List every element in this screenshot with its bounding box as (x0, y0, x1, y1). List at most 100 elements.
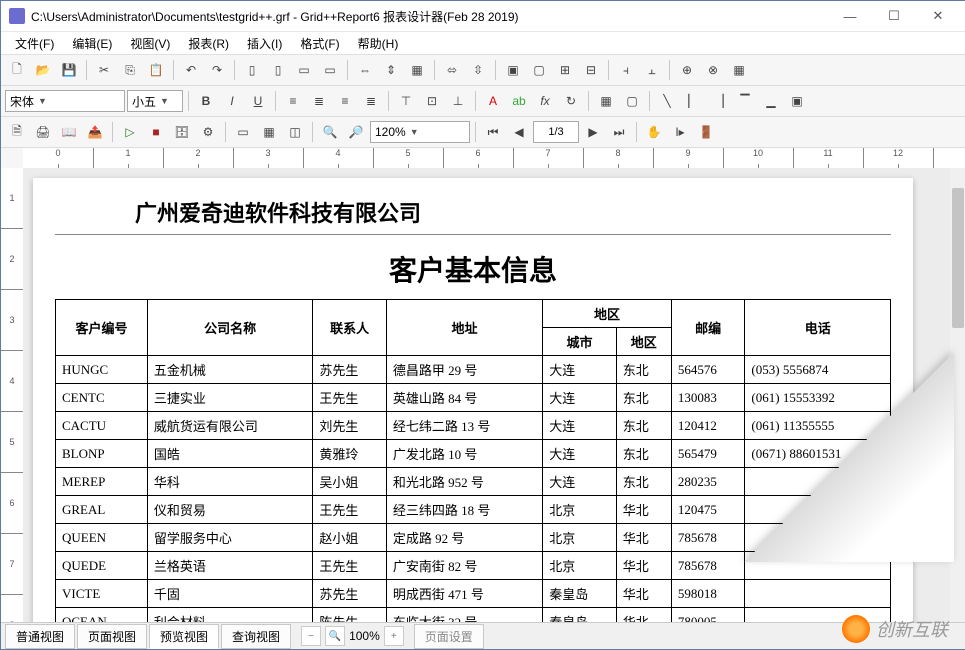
first-page-icon[interactable]: ⏮ (481, 120, 505, 144)
italic-icon[interactable]: I (220, 89, 244, 113)
zoom-combo[interactable]: 120%▼ (370, 121, 470, 143)
border-outer-icon[interactable]: ▣ (785, 89, 809, 113)
print-icon[interactable]: 🖨 (31, 120, 55, 144)
stop-icon[interactable]: ■ (144, 120, 168, 144)
align-top-edge-icon[interactable]: ▭ (292, 58, 316, 82)
valign-middle-icon[interactable]: ⊡ (420, 89, 444, 113)
close-button[interactable]: ✕ (918, 4, 958, 28)
line-style-icon[interactable]: ╲ (655, 89, 679, 113)
page-multi-icon[interactable]: ▦ (257, 120, 281, 144)
align-right-icon[interactable]: ≡ (333, 89, 357, 113)
tab-page-view[interactable]: 页面视图 (77, 624, 147, 649)
config-icon[interactable]: ⚙ (196, 120, 220, 144)
border-all-icon[interactable]: ▦ (594, 89, 618, 113)
bring-front-icon[interactable]: ▣ (501, 58, 525, 82)
fill-color-icon[interactable]: ab (507, 89, 531, 113)
border-bottom-icon[interactable]: ▁ (759, 89, 783, 113)
new-icon[interactable]: 🗋 (5, 58, 29, 82)
menu-help[interactable]: 帮助(H) (350, 33, 407, 54)
align-justify-icon[interactable]: ≣ (359, 89, 383, 113)
text-select-icon[interactable]: I▸ (668, 120, 692, 144)
underline-icon[interactable]: U (246, 89, 270, 113)
dist-horiz-icon[interactable]: ⫞ (614, 58, 638, 82)
cell-city: 秦皇岛 (543, 580, 617, 608)
align-right-edge-icon[interactable]: ▯ (266, 58, 290, 82)
redo-icon[interactable]: ↷ (205, 58, 229, 82)
center-vert-icon[interactable]: ⊗ (701, 58, 725, 82)
preview-icon[interactable]: 🗎 (5, 120, 29, 144)
border-none-icon[interactable]: ▢ (620, 89, 644, 113)
cell-contact: 王先生 (313, 496, 387, 524)
tab-normal-view[interactable]: 普通视图 (5, 624, 75, 649)
exit-preview-icon[interactable]: 🚪 (694, 120, 718, 144)
refresh-icon[interactable]: ↻ (559, 89, 583, 113)
same-size-icon[interactable]: ▦ (405, 58, 429, 82)
group-icon[interactable]: ⊞ (553, 58, 577, 82)
page-input[interactable] (533, 121, 579, 143)
ruler-vertical[interactable]: 12345678910 (1, 168, 24, 622)
space-vert-icon[interactable]: ⇳ (466, 58, 490, 82)
next-page-icon[interactable]: ▶ (581, 120, 605, 144)
menu-insert[interactable]: 插入(I) (239, 33, 290, 54)
scrollbar-vertical[interactable] (949, 168, 965, 622)
cell-zip: 785678 (671, 524, 745, 552)
page-single-icon[interactable]: ▭ (231, 120, 255, 144)
ruler-horizontal[interactable]: 0123456789101112 (23, 148, 950, 169)
dist-vert-icon[interactable]: ⫠ (640, 58, 664, 82)
snap-grid-icon[interactable]: ▦ (727, 58, 751, 82)
run-icon[interactable]: ▷ (118, 120, 142, 144)
zoom-in-icon[interactable]: 🔎 (344, 120, 368, 144)
page-width-icon[interactable]: ◫ (283, 120, 307, 144)
center-horiz-icon[interactable]: ⊕ (675, 58, 699, 82)
valign-top-icon[interactable]: ⊤ (394, 89, 418, 113)
menu-report[interactable]: 报表(R) (180, 33, 237, 54)
cell-contact: 王先生 (313, 552, 387, 580)
hand-tool-icon[interactable]: ✋ (642, 120, 666, 144)
cut-icon[interactable]: ✂ (92, 58, 116, 82)
border-left-icon[interactable]: ▏ (681, 89, 705, 113)
undo-icon[interactable]: ↶ (179, 58, 203, 82)
zoom-minus-icon[interactable]: − (301, 626, 321, 646)
col-contact: 联系人 (313, 300, 387, 356)
font-combo[interactable]: 宋体▼ (5, 90, 125, 112)
export-icon[interactable]: 📤 (83, 120, 107, 144)
ungroup-icon[interactable]: ⊟ (579, 58, 603, 82)
space-horiz-icon[interactable]: ⬄ (440, 58, 464, 82)
menu-format[interactable]: 格式(F) (292, 33, 347, 54)
copy-icon[interactable]: ⎘ (118, 58, 142, 82)
menu-file[interactable]: 文件(F) (7, 33, 62, 54)
align-left-edge-icon[interactable]: ▯ (240, 58, 264, 82)
border-right-icon[interactable]: ▕ (707, 89, 731, 113)
menu-edit[interactable]: 编辑(E) (64, 33, 120, 54)
align-bottom-edge-icon[interactable]: ▭ (318, 58, 342, 82)
paste-icon[interactable]: 📋 (144, 58, 168, 82)
tab-preview-view[interactable]: 预览视图 (149, 624, 219, 649)
zoom-out-icon[interactable]: 🔍 (318, 120, 342, 144)
send-back-icon[interactable]: ▢ (527, 58, 551, 82)
book-icon[interactable]: 📖 (57, 120, 81, 144)
zoom-fit-icon[interactable]: 🔍 (325, 626, 345, 646)
formula-icon[interactable]: fx (533, 89, 557, 113)
page-setup-button[interactable]: 页面设置 (414, 624, 484, 649)
prev-page-icon[interactable]: ◀ (507, 120, 531, 144)
align-left-icon[interactable]: ≡ (281, 89, 305, 113)
zoom-plus-icon[interactable]: + (384, 626, 404, 646)
font-color-icon[interactable]: A (481, 89, 505, 113)
open-icon[interactable]: 📂 (31, 58, 55, 82)
bold-icon[interactable]: B (194, 89, 218, 113)
data-icon[interactable]: 🗄 (170, 120, 194, 144)
same-width-icon[interactable]: ⇔ (353, 58, 377, 82)
cell-company: 兰格英语 (147, 552, 312, 580)
tab-query-view[interactable]: 查询视图 (221, 624, 291, 649)
menu-view[interactable]: 视图(V) (122, 33, 178, 54)
align-center-icon[interactable]: ≣ (307, 89, 331, 113)
same-height-icon[interactable]: ⇕ (379, 58, 403, 82)
minimize-button[interactable]: — (830, 4, 870, 28)
canvas-scroll[interactable]: 广州爱奇迪软件科技有限公司 客户基本信息 客户编号 公司名称 联系人 地址 地区… (23, 168, 950, 622)
font-size-combo[interactable]: 小五▼ (127, 90, 183, 112)
border-top-icon[interactable]: ▔ (733, 89, 757, 113)
maximize-button[interactable]: ☐ (874, 4, 914, 28)
save-icon[interactable]: 💾 (57, 58, 81, 82)
last-page-icon[interactable]: ⏭ (607, 120, 631, 144)
valign-bottom-icon[interactable]: ⊥ (446, 89, 470, 113)
